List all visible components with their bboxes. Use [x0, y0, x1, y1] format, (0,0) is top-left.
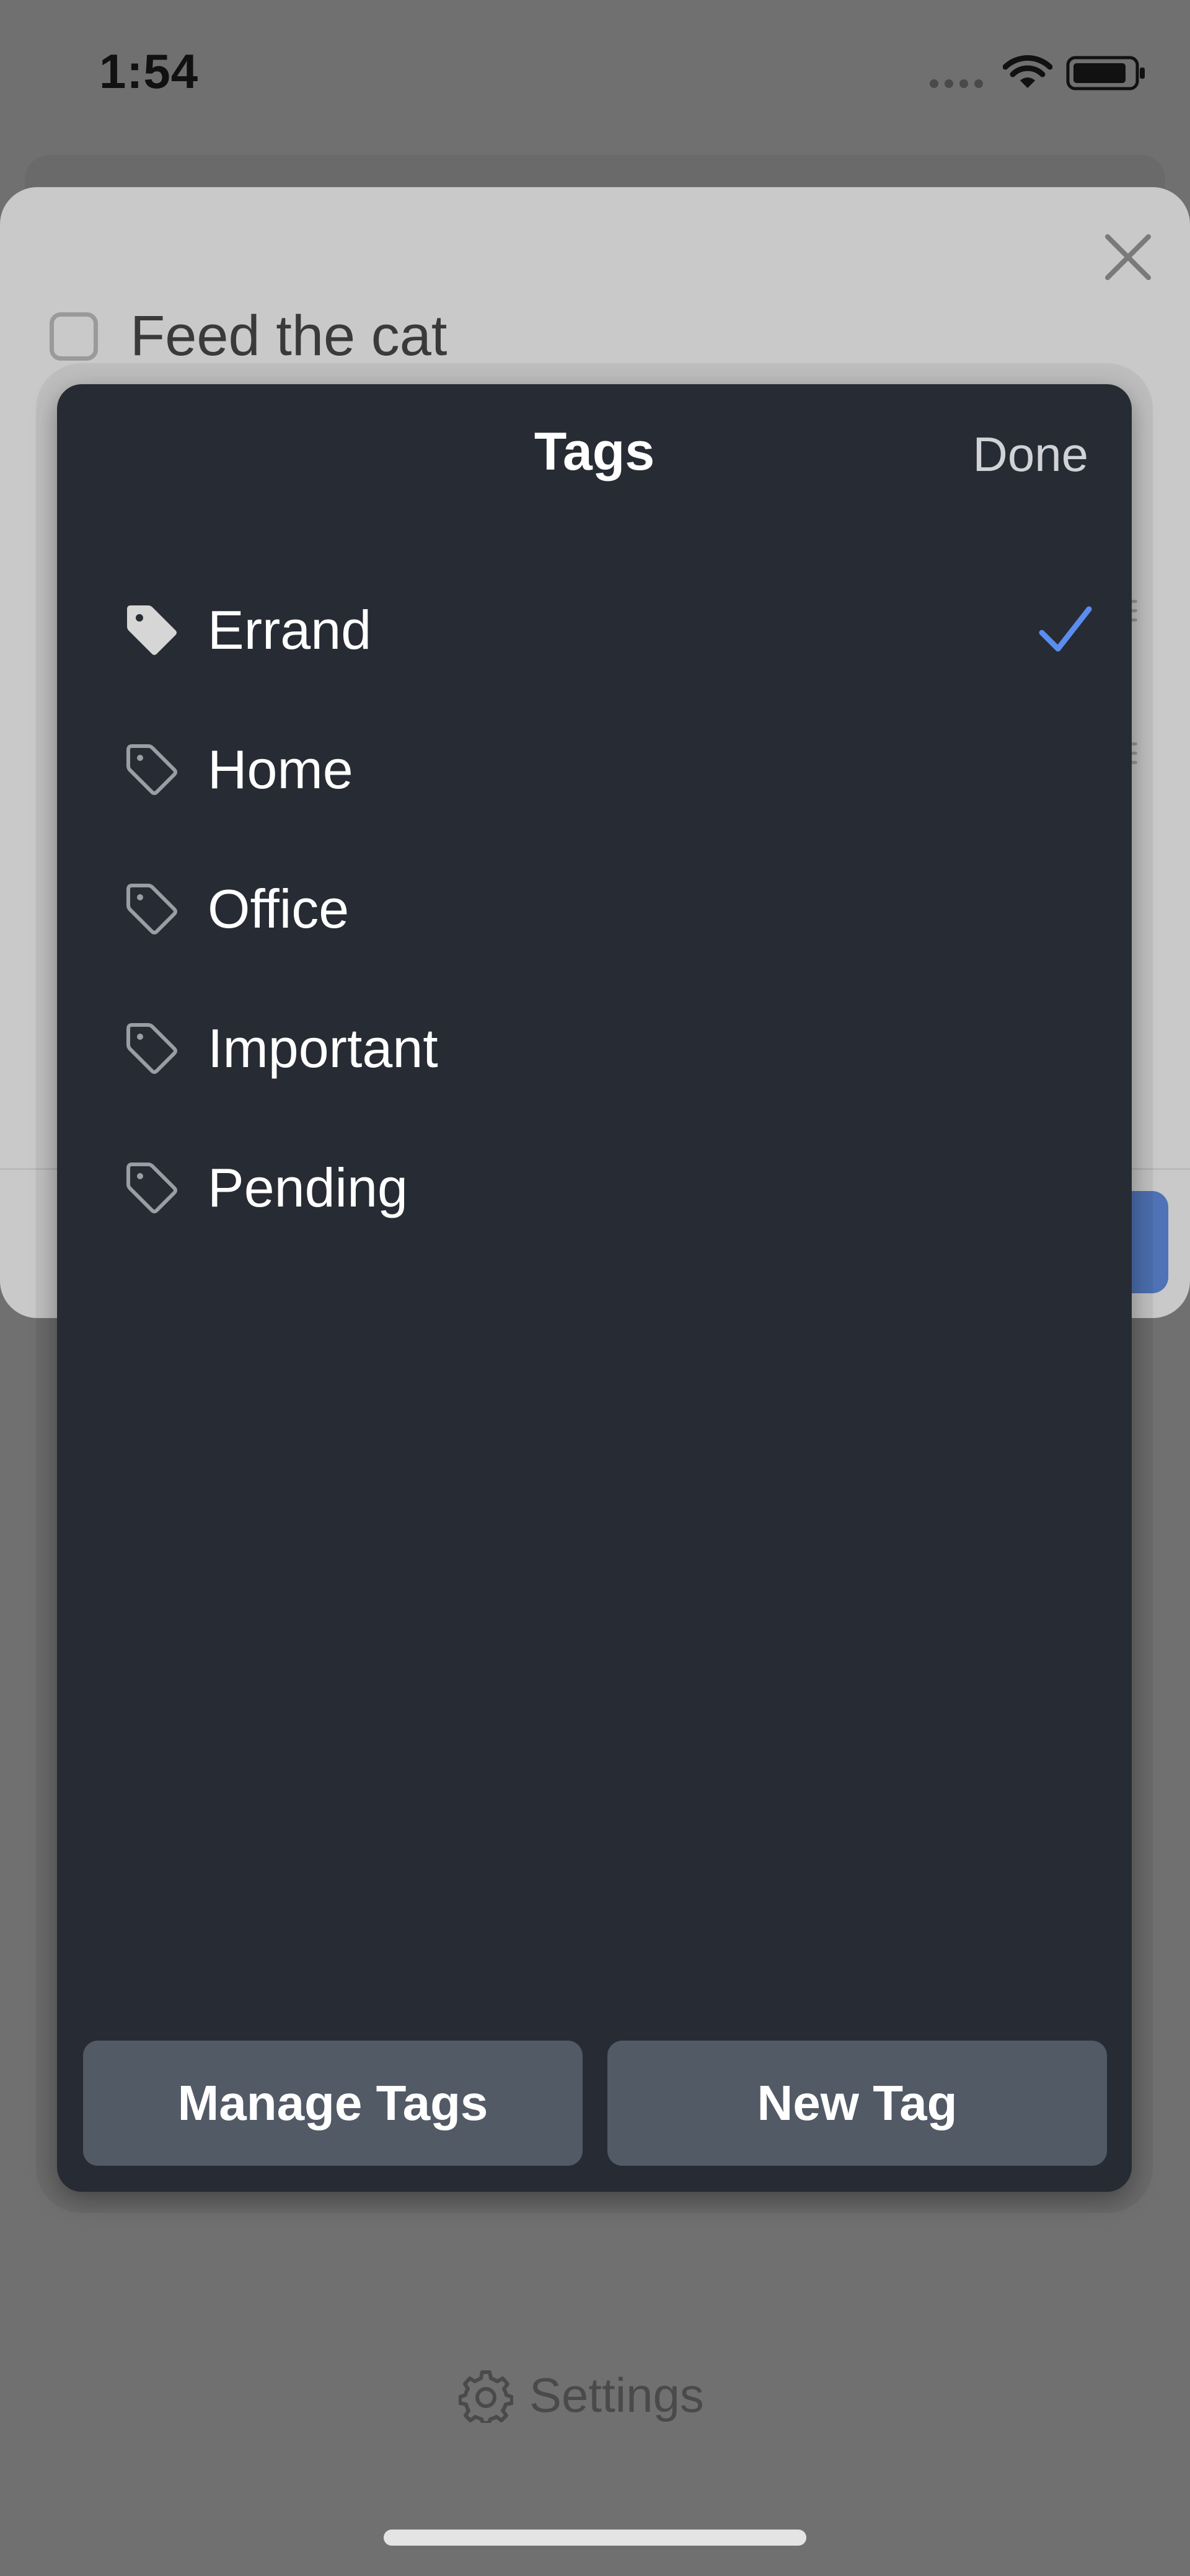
tag-item-important[interactable]: Important: [122, 1005, 1101, 1092]
tag-item-office[interactable]: Office: [122, 866, 1101, 952]
tag-outline-icon: [126, 1023, 177, 1074]
task-checkbox[interactable]: [50, 312, 98, 361]
tag-outline-icon: [126, 744, 177, 795]
status-time: 1:54: [99, 44, 199, 99]
task-title: Feed the cat: [130, 304, 447, 367]
close-icon[interactable]: [1100, 229, 1156, 285]
battery-icon: [1066, 56, 1145, 90]
tags-panel: Tags Done Errand Home Office Important P…: [57, 384, 1132, 2192]
tag-item-errand[interactable]: Errand: [122, 587, 1101, 674]
cellular-signal-icon: [930, 79, 983, 88]
new-tag-button[interactable]: New Tag: [607, 2041, 1107, 2166]
tag-item-pending[interactable]: Pending: [122, 1145, 1101, 1231]
task-row[interactable]: Feed the cat: [50, 304, 447, 369]
home-indicator[interactable]: [384, 2530, 806, 2546]
tag-outline-icon: [126, 1163, 177, 1213]
tag-filled-icon: [127, 605, 177, 655]
tag-item-home[interactable]: Home: [122, 726, 1101, 813]
tag-label: Errand: [208, 599, 372, 661]
done-button[interactable]: Done: [973, 426, 1088, 483]
manage-tags-button[interactable]: Manage Tags: [83, 2041, 583, 2166]
panel-title: Tags: [534, 422, 655, 481]
tag-outline-icon: [126, 884, 177, 934]
wifi-icon: [1003, 55, 1052, 88]
settings-button[interactable]: Settings: [459, 2367, 704, 2424]
tag-label: Important: [208, 1018, 438, 1079]
settings-label: Settings: [529, 2368, 704, 2422]
tag-label: Home: [208, 739, 353, 800]
status-bar: 1:54: [0, 0, 1190, 149]
checkmark-icon: [1039, 606, 1092, 652]
gear-icon: [459, 2370, 513, 2423]
tag-label: Office: [208, 878, 350, 939]
tag-label: Pending: [208, 1157, 408, 1218]
